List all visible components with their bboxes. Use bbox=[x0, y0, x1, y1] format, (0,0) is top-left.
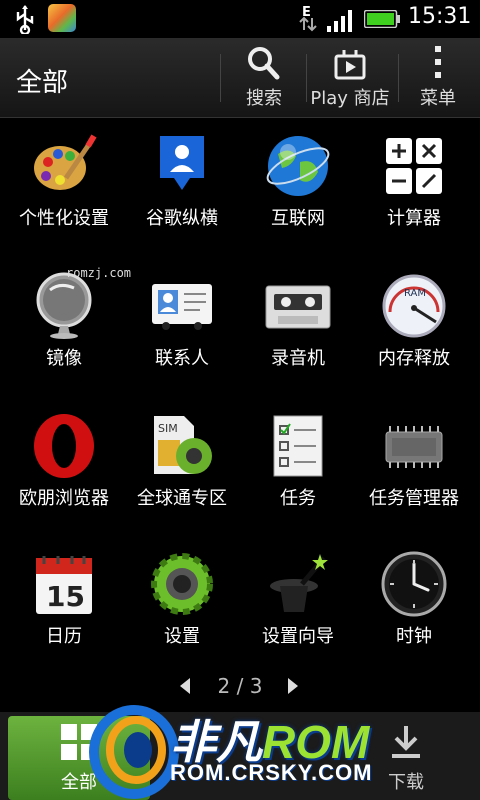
app-label: 任务 bbox=[280, 488, 316, 509]
app-label: 个性化设置 bbox=[19, 208, 109, 229]
app-personalize[interactable]: 个性化设置 bbox=[4, 120, 124, 258]
usb-icon bbox=[16, 5, 34, 34]
chevron-left-icon[interactable] bbox=[178, 676, 192, 696]
app-label: 谷歌纵横 bbox=[146, 208, 218, 229]
palette-icon bbox=[34, 134, 97, 190]
contacts-icon bbox=[152, 284, 212, 330]
status-bar: E 15:31 bbox=[0, 0, 480, 38]
chevron-right-icon[interactable] bbox=[286, 676, 300, 696]
calendar-icon: 15 bbox=[36, 556, 92, 614]
app-internet[interactable]: 互联网 bbox=[238, 120, 358, 258]
app-label: 互联网 bbox=[271, 208, 325, 229]
app-label: 联系人 bbox=[155, 348, 209, 369]
action-bar: 全部 搜索 Play 商店 菜单 bbox=[0, 38, 480, 118]
app-global-zone[interactable]: SIM 全球通专区 bbox=[122, 400, 242, 538]
search-icon bbox=[248, 47, 280, 80]
play-store-button[interactable]: Play 商店 bbox=[304, 44, 396, 114]
watermark-logo: 非凡ROM ROM.CRSKY.COM bbox=[84, 700, 424, 800]
clock-icon bbox=[381, 551, 447, 617]
mirror-icon bbox=[36, 272, 92, 339]
ram-text: RAM bbox=[404, 288, 426, 299]
edge-network-icon: E bbox=[299, 5, 317, 32]
latitude-icon bbox=[160, 136, 204, 190]
tasks-icon bbox=[273, 415, 323, 477]
app-label: 内存释放 bbox=[378, 348, 450, 369]
divider bbox=[220, 54, 221, 102]
divider bbox=[398, 54, 399, 102]
app-clock[interactable]: 时钟 bbox=[354, 538, 474, 676]
app-memory-release[interactable]: RAM 内存释放 bbox=[354, 260, 474, 398]
settings-gear-icon bbox=[151, 553, 213, 615]
menu-label: 菜单 bbox=[420, 88, 456, 109]
chip-icon bbox=[385, 426, 443, 468]
menu-button[interactable]: 菜单 bbox=[408, 44, 468, 114]
opera-icon bbox=[34, 414, 94, 478]
page-number: 2 / 3 bbox=[217, 674, 263, 698]
app-label: 全球通专区 bbox=[137, 488, 227, 509]
magic-hat-icon bbox=[270, 554, 328, 612]
play-store-label: Play 商店 bbox=[310, 88, 390, 109]
calendar-day-text: 15 bbox=[46, 580, 85, 613]
app-label: 设置 bbox=[164, 626, 200, 647]
signal-strength-icon bbox=[327, 10, 352, 32]
app-setup-wizard[interactable]: 设置向导 bbox=[238, 538, 358, 676]
page-title: 全部 bbox=[16, 68, 69, 98]
app-settings[interactable]: 设置 bbox=[122, 538, 242, 676]
sim-gear-icon: SIM bbox=[154, 416, 212, 474]
watermark-url: ROM.CRSKY.COM bbox=[170, 760, 373, 785]
play-store-icon bbox=[334, 50, 366, 80]
app-calculator[interactable]: 计算器 bbox=[354, 120, 474, 258]
sim-text: SIM bbox=[158, 422, 178, 435]
app-grid: 个性化设置 谷歌纵横 互联网 计算器 镜像 联系人 录音机 RAM 内存释放 欧… bbox=[0, 120, 480, 680]
app-label: 日历 bbox=[46, 626, 82, 647]
app-label: 任务管理器 bbox=[369, 488, 459, 509]
app-recorder[interactable]: 录音机 bbox=[238, 260, 358, 398]
logo-swirl-icon bbox=[89, 705, 179, 799]
app-latitude[interactable]: 谷歌纵横 bbox=[122, 120, 242, 258]
app-label: 镜像 bbox=[46, 348, 82, 369]
app-tasks[interactable]: 任务 bbox=[238, 400, 358, 538]
battery-icon bbox=[364, 10, 400, 28]
app-task-manager[interactable]: 任务管理器 bbox=[354, 400, 474, 538]
app-opera[interactable]: 欧朋浏览器 bbox=[4, 400, 124, 538]
calculator-icon bbox=[386, 138, 442, 194]
watermark-small-text: romzj.com bbox=[66, 266, 132, 280]
search-button[interactable]: 搜索 bbox=[232, 44, 296, 114]
cassette-icon bbox=[265, 285, 331, 329]
app-calendar[interactable]: 15 日历 bbox=[4, 538, 124, 676]
page-indicator: 2 / 3 bbox=[170, 672, 310, 702]
app-label: 设置向导 bbox=[262, 626, 334, 647]
app-label: 计算器 bbox=[387, 208, 441, 229]
app-label: 录音机 bbox=[271, 348, 325, 369]
globe-icon bbox=[266, 136, 330, 196]
app-mirror[interactable]: 镜像 bbox=[4, 260, 124, 398]
ram-gauge-icon: RAM bbox=[382, 274, 446, 338]
search-label: 搜索 bbox=[246, 88, 282, 109]
app-contacts[interactable]: 联系人 bbox=[122, 260, 242, 398]
overflow-menu-icon bbox=[435, 46, 441, 78]
notification-app-icon bbox=[48, 4, 76, 32]
app-label: 时钟 bbox=[396, 626, 432, 647]
app-label: 欧朋浏览器 bbox=[19, 488, 109, 509]
clock-time: 15:31 bbox=[408, 4, 472, 29]
